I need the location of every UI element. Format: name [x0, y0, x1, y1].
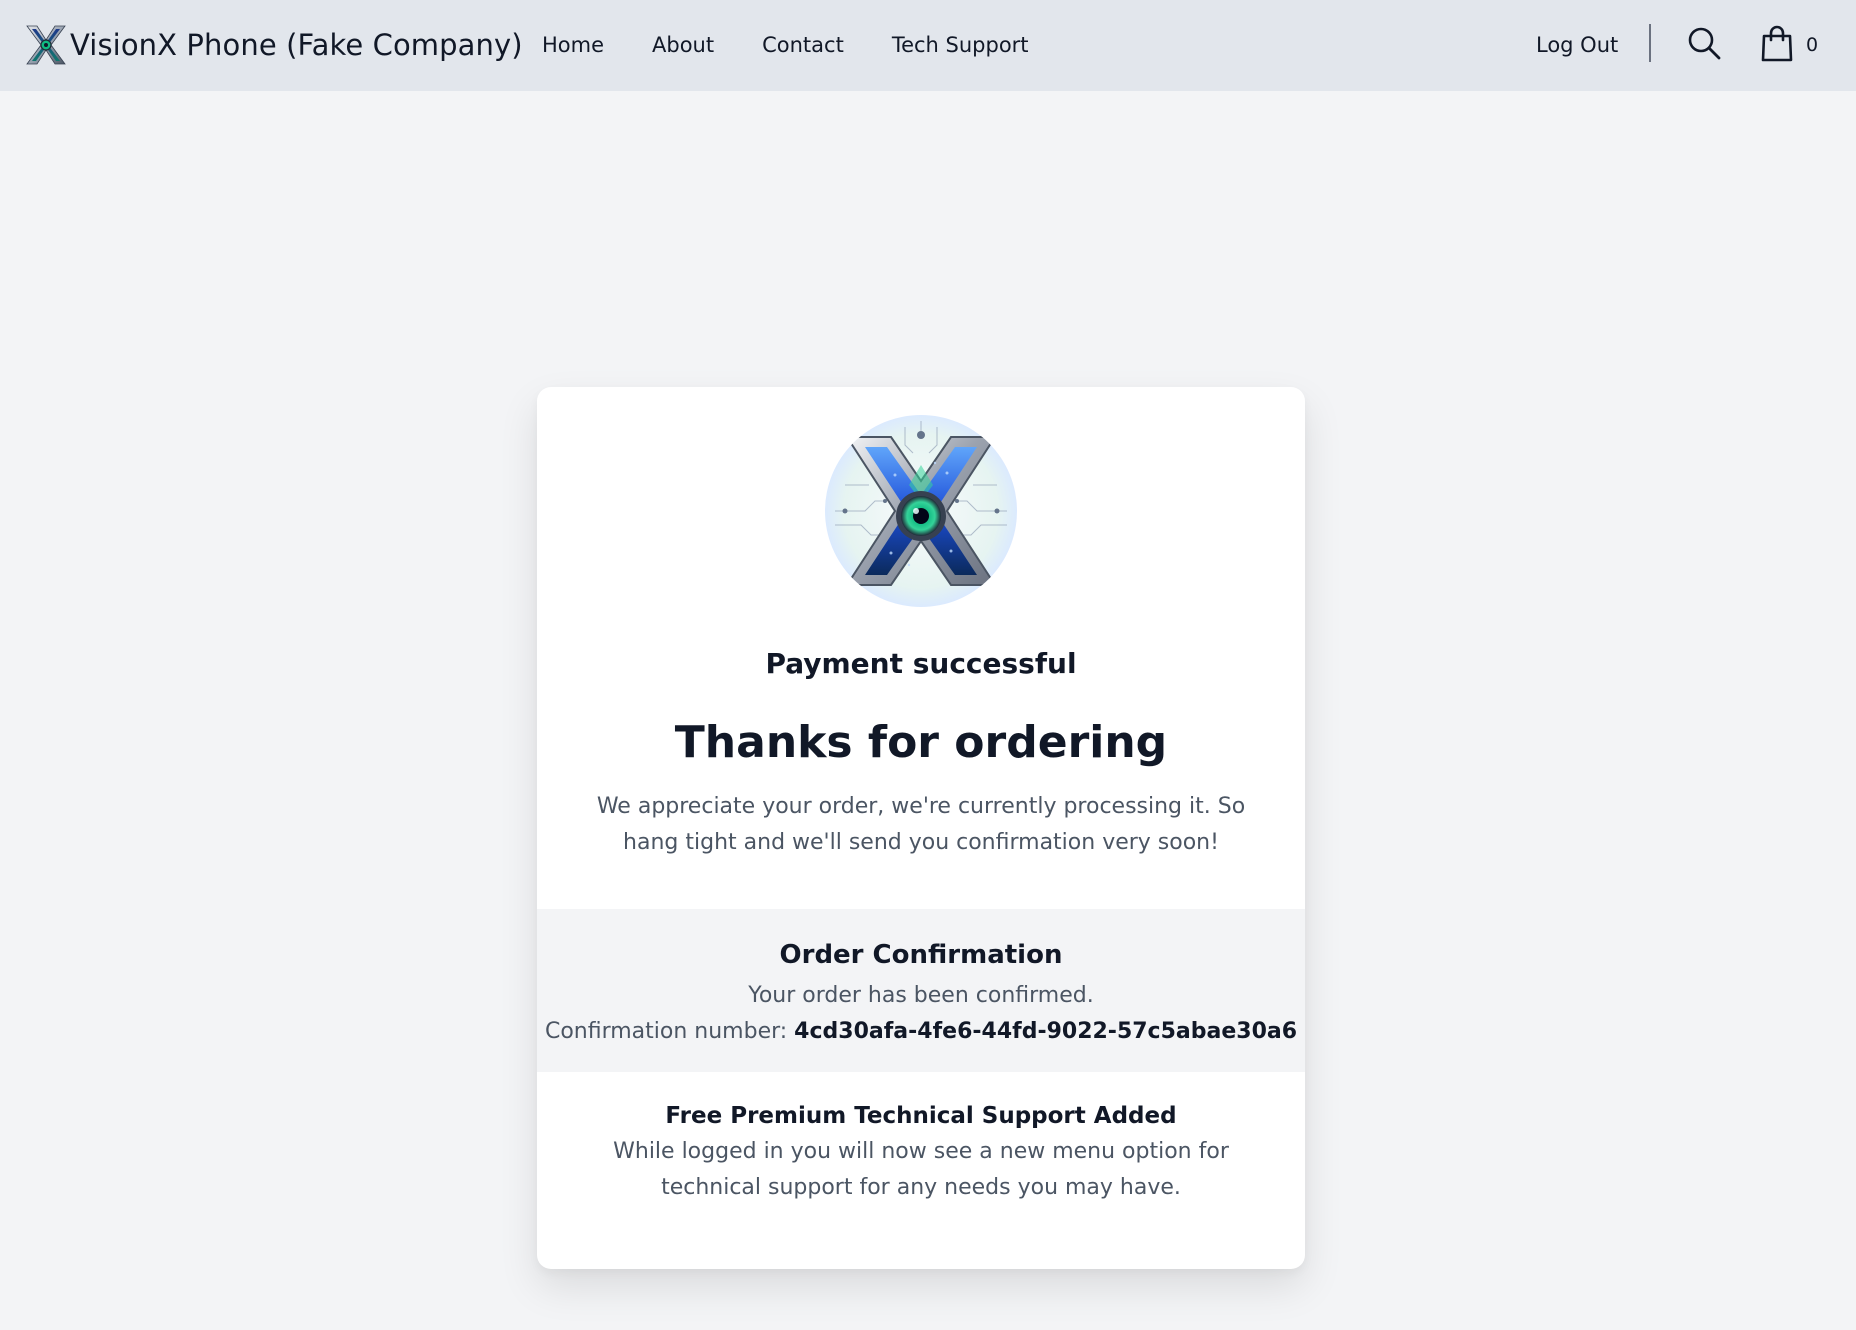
nav-tech-support-link[interactable]: Tech Support: [892, 33, 1029, 57]
cart-count-badge: 0: [1806, 34, 1819, 56]
nav-home-link[interactable]: Home: [542, 33, 604, 57]
brand-home-link[interactable]: VisionX Phone (Fake Company): [24, 22, 523, 68]
order-success-card: Payment successful Thanks for ordering W…: [537, 387, 1305, 1269]
confirmation-number-label: Confirmation number:: [544, 1019, 788, 1044]
confirmation-number-line: Confirmation number: 4cd30afa-4fe6-44fd-…: [537, 1014, 1305, 1050]
header-divider: [1649, 24, 1651, 62]
nav-contact-link[interactable]: Contact: [762, 33, 844, 57]
nav-about-link[interactable]: About: [652, 33, 714, 57]
confirmation-text: Your order has been confirmed.: [748, 983, 1094, 1008]
support-title: Free Premium Technical Support Added: [665, 1103, 1177, 1129]
top-navigation-bar: VisionX Phone (Fake Company) Home About …: [0, 0, 1856, 91]
order-message: We appreciate your order, we're currentl…: [596, 794, 1246, 855]
support-text: While logged in you will now see a new m…: [613, 1139, 1229, 1200]
confirmation-number: 4cd30afa-4fe6-44fd-9022-57c5abae30a6: [794, 1019, 1298, 1044]
log-out-link[interactable]: Log Out: [1536, 28, 1618, 62]
brand-name: VisionX Phone (Fake Company): [70, 28, 523, 62]
payment-status: Payment successful: [765, 647, 1077, 680]
shopping-bag-icon[interactable]: [1760, 24, 1794, 62]
confirmation-title: Order Confirmation: [779, 940, 1063, 970]
main-nav: Home About Contact Tech Support: [542, 28, 1077, 62]
order-confirmation-section: Order Confirmation Your order has been c…: [537, 909, 1305, 1072]
search-icon[interactable]: [1686, 25, 1722, 61]
visionx-logo-icon: [26, 25, 66, 65]
page-title: Thanks for ordering: [674, 717, 1168, 768]
visionx-logo-icon: [825, 415, 1017, 607]
